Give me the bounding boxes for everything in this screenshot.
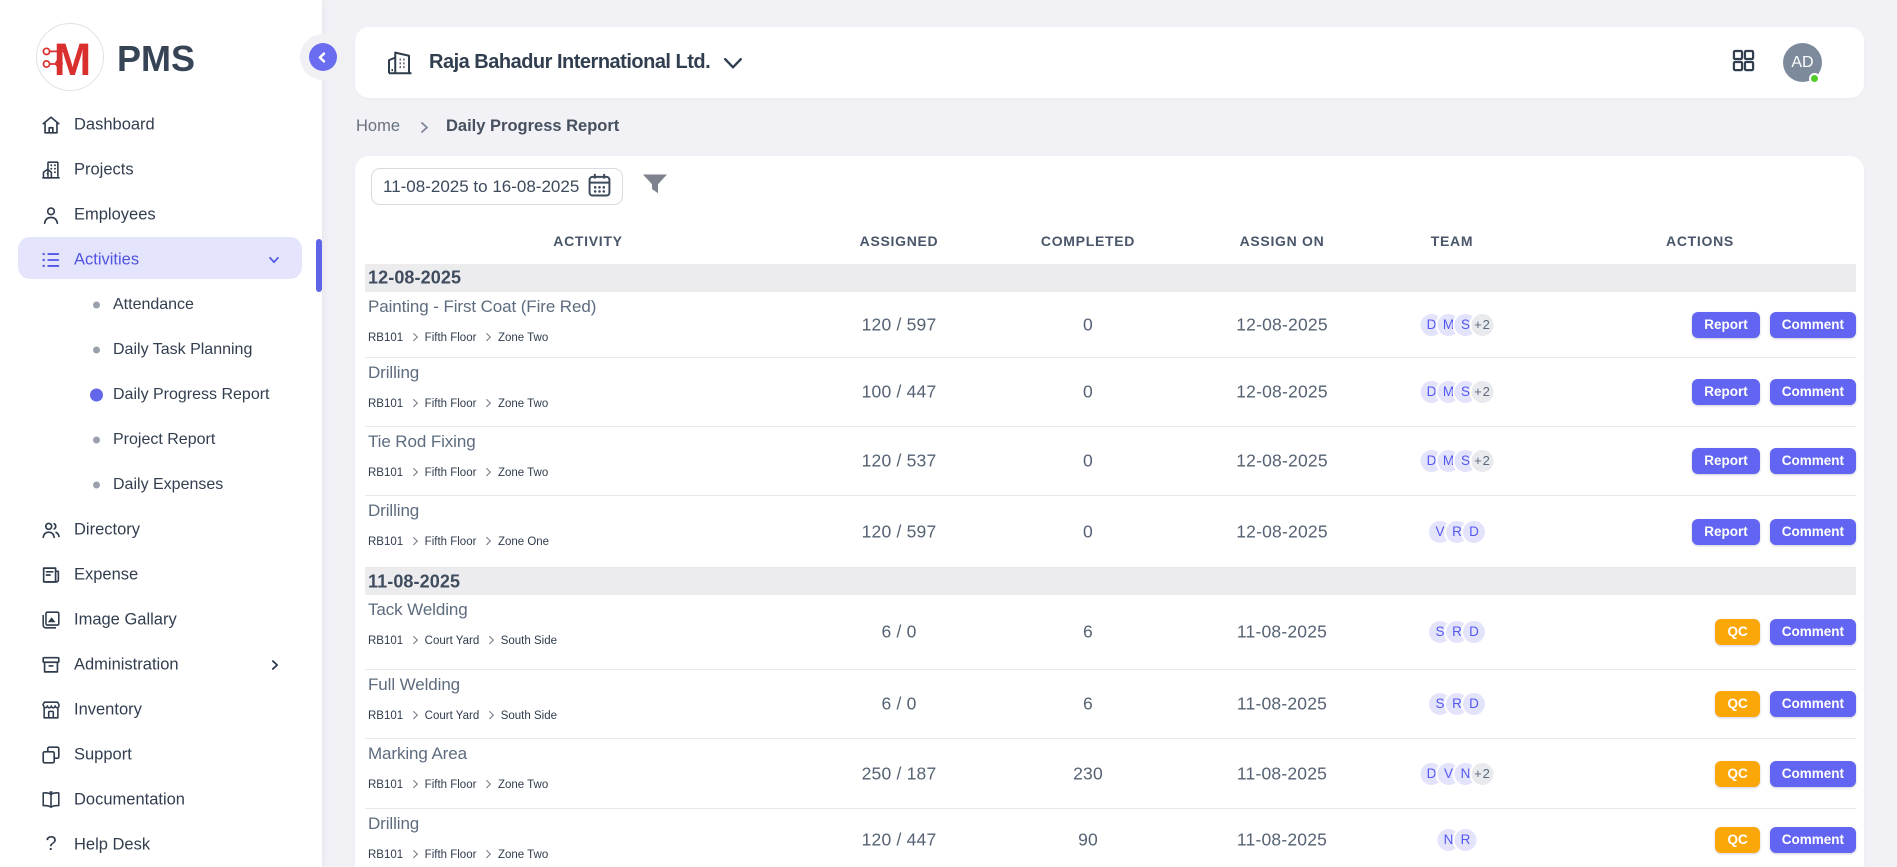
svg-text:M: M	[54, 34, 92, 85]
